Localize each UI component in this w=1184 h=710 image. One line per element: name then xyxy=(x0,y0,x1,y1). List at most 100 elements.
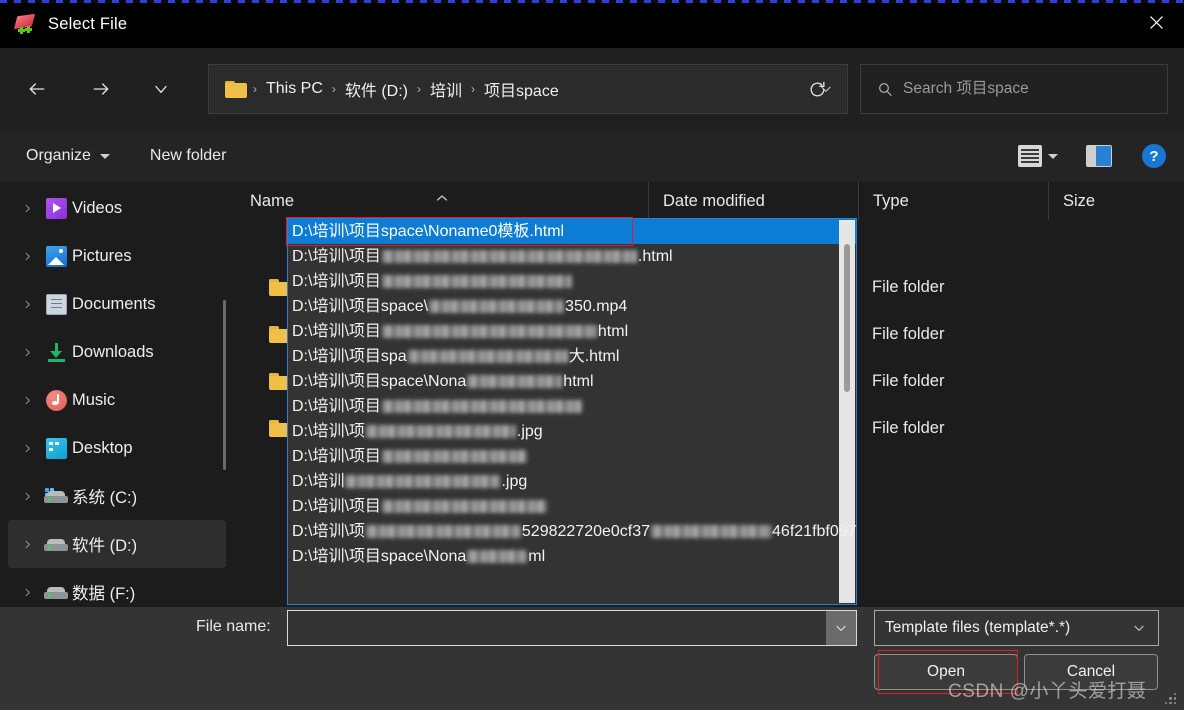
caret-down-icon[interactable] xyxy=(1048,153,1058,159)
chevron-right-icon[interactable] xyxy=(14,539,40,550)
refresh-icon[interactable] xyxy=(792,64,842,114)
arrow-right-icon[interactable] xyxy=(80,68,122,110)
help-icon[interactable]: ? xyxy=(1142,144,1166,168)
sidebar-item-desktop[interactable]: Desktop xyxy=(8,424,226,472)
file-name-box[interactable] xyxy=(287,610,857,646)
autocomplete-item[interactable]: D:\培训\项 .jpg xyxy=(288,419,856,444)
chevron-right-icon[interactable] xyxy=(14,587,40,598)
column-label: Type xyxy=(873,191,909,210)
sidebar-scrollbar[interactable] xyxy=(223,300,226,470)
autocomplete-item[interactable]: D:\培训\项目space\Noname0模板.html xyxy=(288,219,856,244)
breadcrumb-item-2[interactable]: 培训 xyxy=(423,75,469,103)
cell-type: File folder xyxy=(872,325,945,343)
address-bar[interactable]: › This PC › 软件 (D:) › 培训 › 项目space xyxy=(208,64,848,114)
redacted-text xyxy=(651,525,772,539)
autocomplete-item[interactable]: D:\培训\项目 .html xyxy=(288,244,856,269)
breadcrumb-item-0[interactable]: This PC xyxy=(259,78,330,100)
chevron-right-icon[interactable] xyxy=(14,347,40,358)
chevron-right-icon[interactable] xyxy=(14,395,40,406)
redacted-text xyxy=(407,350,568,364)
close-icon[interactable] xyxy=(1128,0,1184,44)
drive-icon xyxy=(40,536,72,552)
chevron-right-icon[interactable] xyxy=(14,299,40,310)
breadcrumb-separator: › xyxy=(471,82,476,96)
scrollbar-thumb[interactable] xyxy=(844,244,850,392)
autocomplete-item[interactable]: D:\培训\项目space\ 350.mp4 xyxy=(288,294,856,319)
sidebar-item-label: Desktop xyxy=(72,438,133,457)
autocomplete-item[interactable]: D:\培训\项目space\Nona html xyxy=(288,369,856,394)
column-header-name[interactable]: Name xyxy=(236,182,648,220)
autocomplete-item[interactable]: D:\培训\项目 xyxy=(288,394,856,419)
documents-icon xyxy=(40,293,72,315)
breadcrumb-item-3[interactable]: 项目space xyxy=(477,75,566,103)
autocomplete-item-suffix: html xyxy=(597,323,629,340)
filter-value: Template files (template*.*) xyxy=(885,619,1071,636)
cancel-button[interactable]: Cancel xyxy=(1024,654,1158,690)
open-button[interactable]: Open xyxy=(874,654,1018,690)
redacted-text xyxy=(365,425,516,439)
sidebar-item-label: Music xyxy=(72,390,116,409)
autocomplete-item[interactable]: D:\培训\项目 html xyxy=(288,319,856,344)
column-header-date-modified[interactable]: Date modified xyxy=(648,182,858,220)
autocomplete-item-label: D:\培训\项目 xyxy=(292,398,381,415)
column-header-size[interactable]: Size xyxy=(1048,182,1162,220)
sidebar-item-music[interactable]: Music xyxy=(8,376,226,424)
sidebar-item-documents[interactable]: Documents xyxy=(8,280,226,328)
breadcrumb-separator: › xyxy=(253,82,257,96)
chevron-right-icon[interactable] xyxy=(14,491,40,502)
sidebar-item-software-d[interactable]: 软件 (D:) xyxy=(8,520,226,568)
redacted-text xyxy=(381,400,582,414)
list-view-icon[interactable] xyxy=(1018,145,1042,167)
autocomplete-item[interactable]: D:\培训\项目 xyxy=(288,494,856,519)
chevron-right-icon[interactable] xyxy=(14,251,40,262)
search-input[interactable] xyxy=(903,80,1167,98)
autocomplete-item-label: D:\培训 xyxy=(292,473,345,490)
sidebar-item-system-c[interactable]: 系统 (C:) xyxy=(8,472,226,520)
chevron-right-icon[interactable] xyxy=(14,203,40,214)
chevron-right-icon[interactable] xyxy=(14,443,40,454)
autocomplete-item[interactable]: D:\培训\项目space\Nona ml xyxy=(288,544,856,569)
chevron-down-icon[interactable] xyxy=(826,611,856,645)
search-box[interactable] xyxy=(860,64,1168,114)
column-header-type[interactable]: Type xyxy=(858,182,1048,220)
autocomplete-item-suffix: .jpg xyxy=(516,423,543,440)
file-picker-dialog: Select File › This PC › 软件 (D:) › 培训 › 项… xyxy=(0,0,1184,710)
pictures-icon xyxy=(40,245,72,267)
autocomplete-item[interactable]: D:\培训\项 529822720e0cf37 46f21fbf097da xyxy=(288,519,856,544)
sidebar-item-data-f[interactable]: 数据 (F:) xyxy=(8,568,226,607)
autocomplete-item[interactable]: D:\培训\项目 xyxy=(288,444,856,469)
chevron-down-icon[interactable] xyxy=(140,68,182,110)
column-label: Name xyxy=(250,191,295,210)
autocomplete-dropdown[interactable]: D:\培训\项目space\Noname0模板.html D:\培训\项目 .htm… xyxy=(287,218,857,605)
sidebar-item-label: 数据 (F:) xyxy=(72,585,136,603)
autocomplete-item[interactable]: D:\培训 .jpg xyxy=(288,469,856,494)
chevron-down-icon[interactable] xyxy=(1132,621,1158,635)
breadcrumb-separator: › xyxy=(417,82,422,96)
preview-pane-icon[interactable] xyxy=(1086,145,1112,167)
sidebar-item-label: Pictures xyxy=(72,246,132,265)
autocomplete-item-label: D:\培训\项目space\Nona xyxy=(292,548,467,565)
sidebar-item-downloads[interactable]: Downloads xyxy=(8,328,226,376)
caret-down-icon xyxy=(99,153,110,159)
file-name-input[interactable] xyxy=(288,611,826,645)
file-type-filter[interactable]: Template files (template*.*) xyxy=(874,610,1159,646)
drive-icon xyxy=(40,584,72,600)
redacted-text xyxy=(467,375,563,389)
file-list-header: Name Date modified Type Size xyxy=(236,182,1184,220)
autocomplete-item[interactable]: D:\培训\项目 xyxy=(288,269,856,294)
arrow-left-icon[interactable] xyxy=(16,68,58,110)
sidebar-item-videos[interactable]: Videos xyxy=(8,184,226,232)
new-folder-button[interactable]: New folder xyxy=(150,147,226,165)
redacted-text xyxy=(381,275,572,289)
sidebar-item-pictures[interactable]: Pictures xyxy=(8,232,226,280)
cell-type: File folder xyxy=(872,278,945,296)
chevron-up-icon xyxy=(436,187,448,201)
breadcrumb-item-1[interactable]: 软件 (D:) xyxy=(338,75,415,103)
autocomplete-item[interactable]: D:\培训\项目spa 大.html xyxy=(288,344,856,369)
resize-grip[interactable] xyxy=(1164,692,1176,704)
organize-button[interactable]: Organize xyxy=(26,147,110,165)
autocomplete-item-label: D:\培训\项目 xyxy=(292,323,381,340)
autocomplete-scrollbar[interactable] xyxy=(839,220,855,603)
autocomplete-item-label: D:\培训\项 xyxy=(292,423,365,440)
search-icon xyxy=(877,81,893,97)
